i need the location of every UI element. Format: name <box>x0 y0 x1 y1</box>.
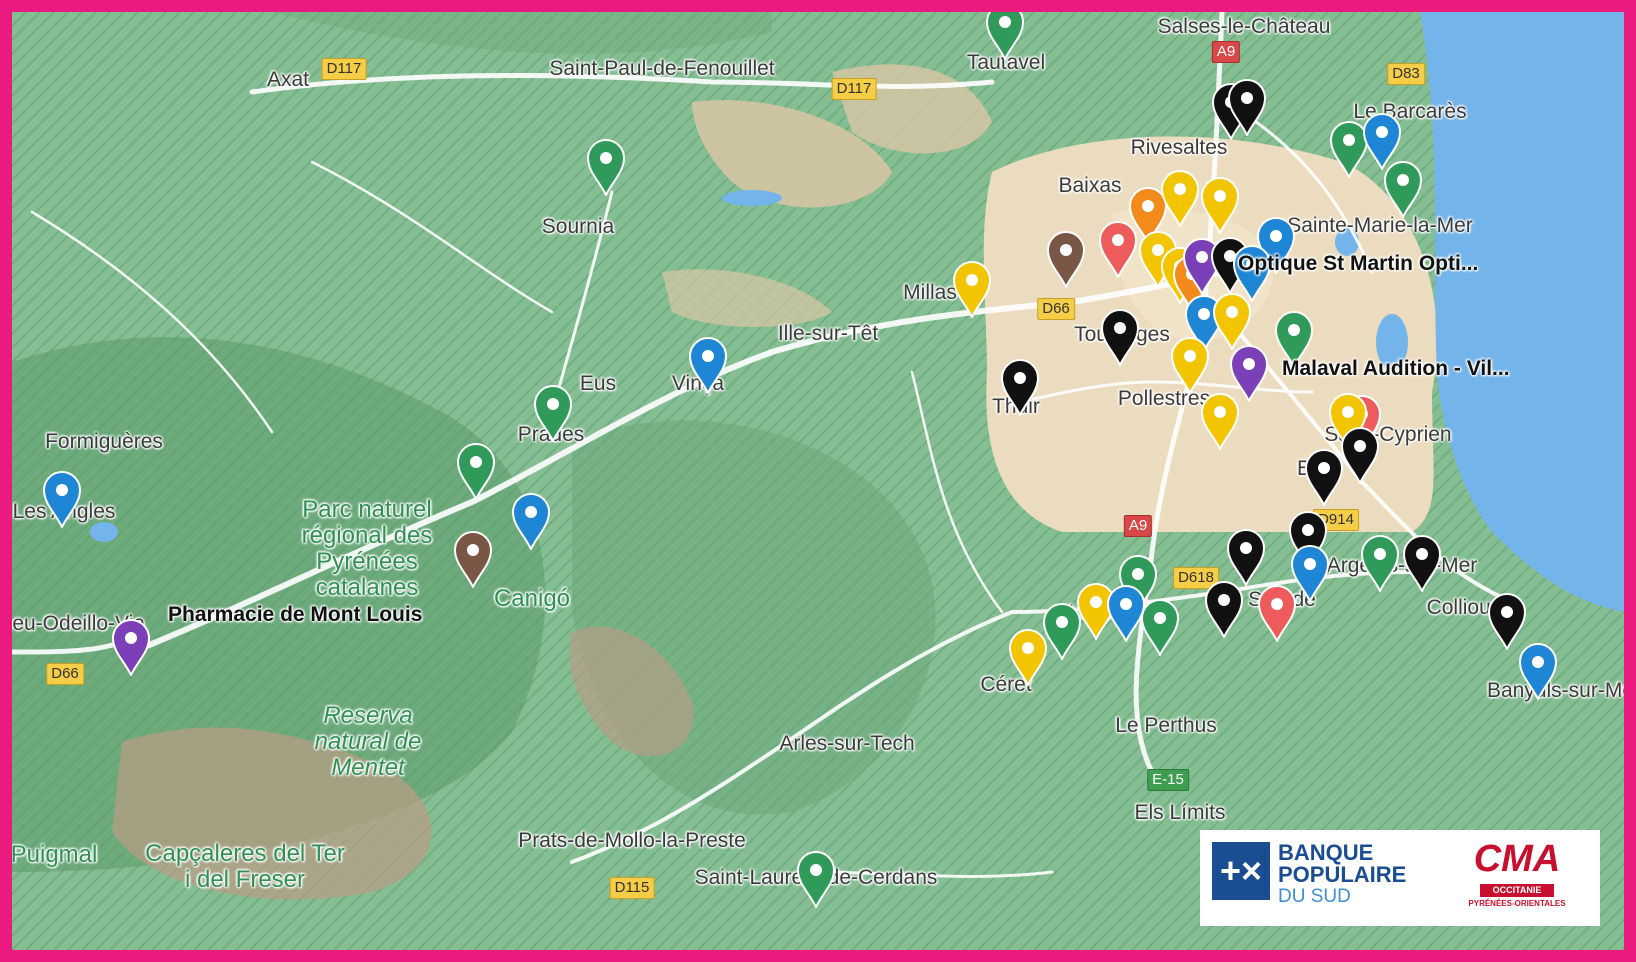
place-label: Eus <box>579 372 617 395</box>
red-map-marker-icon[interactable] <box>1257 584 1297 642</box>
green-map-marker-icon[interactable] <box>456 442 496 500</box>
banque-populaire-logo-icon: +× <box>1212 842 1270 900</box>
road-shield: D83 <box>1387 63 1425 85</box>
place-label: Prats-de-Mollo-la-Preste <box>518 829 746 852</box>
green-map-marker-icon[interactable] <box>533 384 573 442</box>
green-map-marker-icon[interactable] <box>586 138 626 196</box>
place-label: Arles-sur-Tech <box>779 732 915 755</box>
cma-logo: CMA OCCITANIE PYRÉNÉES-ORIENTALES <box>1468 838 1566 908</box>
business-label[interactable]: Pharmacie de Mont Louis <box>168 603 422 627</box>
blue-map-marker-icon[interactable] <box>42 470 82 528</box>
green-map-marker-icon[interactable] <box>1383 160 1423 218</box>
road-shield: D117 <box>831 78 877 100</box>
blue-map-marker-icon[interactable] <box>511 492 551 550</box>
green-map-marker-icon[interactable] <box>985 12 1025 60</box>
green-map-marker-icon[interactable] <box>1360 534 1400 592</box>
place-label: Sournia <box>541 215 615 238</box>
reserve-label: Reserva natural de Mentet <box>314 702 422 781</box>
road-shield: D115 <box>609 877 655 899</box>
brown-map-marker-icon[interactable] <box>453 530 493 588</box>
yellow-map-marker-icon[interactable] <box>1212 292 1252 350</box>
map-canvas[interactable]: Salses-le-Château Tautavel Axat Saint-Pa… <box>12 12 1624 950</box>
place-label: Ille-sur-Têt <box>777 322 879 345</box>
yellow-map-marker-icon[interactable] <box>1200 176 1240 234</box>
yellow-map-marker-icon[interactable] <box>1160 169 1200 227</box>
sponsor-logos: +× BANQUE POPULAIRE DU SUD CMA OCCITANIE… <box>1200 830 1600 926</box>
park-label: Capçaleres del Ter i del Freser <box>145 840 345 893</box>
green-map-marker-icon[interactable] <box>1140 598 1180 656</box>
yellow-map-marker-icon[interactable] <box>952 260 992 318</box>
road-shield: D66 <box>46 663 84 685</box>
yellow-map-marker-icon[interactable] <box>1200 392 1240 450</box>
banque-populaire-name: BANQUE POPULAIRE DU SUD <box>1278 840 1407 908</box>
road-shield: E-15 <box>1147 769 1189 791</box>
place-label: Sainte-Marie-la-Mer <box>1287 214 1473 237</box>
place-label: Salses-le-Château <box>1157 15 1331 38</box>
road-shield: A9 <box>1123 515 1153 537</box>
business-label[interactable]: Optique St Martin Opti... <box>1238 252 1478 276</box>
peak-label: Puigmal <box>12 841 98 868</box>
black-map-marker-icon[interactable] <box>1226 528 1266 586</box>
red-map-marker-icon[interactable] <box>1098 220 1138 278</box>
black-map-marker-icon[interactable] <box>1227 78 1267 136</box>
map-frame: Salses-le-Château Tautavel Axat Saint-Pa… <box>0 0 1636 962</box>
place-label: Millas <box>903 281 957 304</box>
place-label: Saint-Paul-de-Fenouillet <box>549 57 775 80</box>
road-shield: D117 <box>321 58 367 80</box>
place-label: Le Perthus <box>1115 714 1217 737</box>
road-shield: D66 <box>1037 298 1075 320</box>
brown-map-marker-icon[interactable] <box>1046 230 1086 288</box>
purple-map-marker-icon[interactable] <box>111 618 151 676</box>
place-label: Baixas <box>1058 174 1122 197</box>
blue-map-marker-icon[interactable] <box>688 336 728 394</box>
black-map-marker-icon[interactable] <box>1304 448 1344 506</box>
park-label: Parc naturel régional des Pyrénées catal… <box>301 496 433 601</box>
peak-label: Canigó <box>493 585 571 612</box>
black-map-marker-icon[interactable] <box>1402 534 1442 592</box>
blue-map-marker-icon[interactable] <box>1518 642 1558 700</box>
business-label[interactable]: Malaval Audition - Vil... <box>1282 357 1510 381</box>
road-shield: A9 <box>1211 41 1241 63</box>
green-map-marker-icon[interactable] <box>796 850 836 908</box>
place-label: Els Límits <box>1134 801 1226 824</box>
yellow-map-marker-icon[interactable] <box>1170 336 1210 394</box>
place-label: Axat <box>266 68 310 91</box>
yellow-map-marker-icon[interactable] <box>1008 628 1048 686</box>
black-map-marker-icon[interactable] <box>1000 358 1040 416</box>
place-label: Formiguères <box>45 430 163 453</box>
black-map-marker-icon[interactable] <box>1340 426 1380 484</box>
black-map-marker-icon[interactable] <box>1100 308 1140 366</box>
black-map-marker-icon[interactable] <box>1204 580 1244 638</box>
